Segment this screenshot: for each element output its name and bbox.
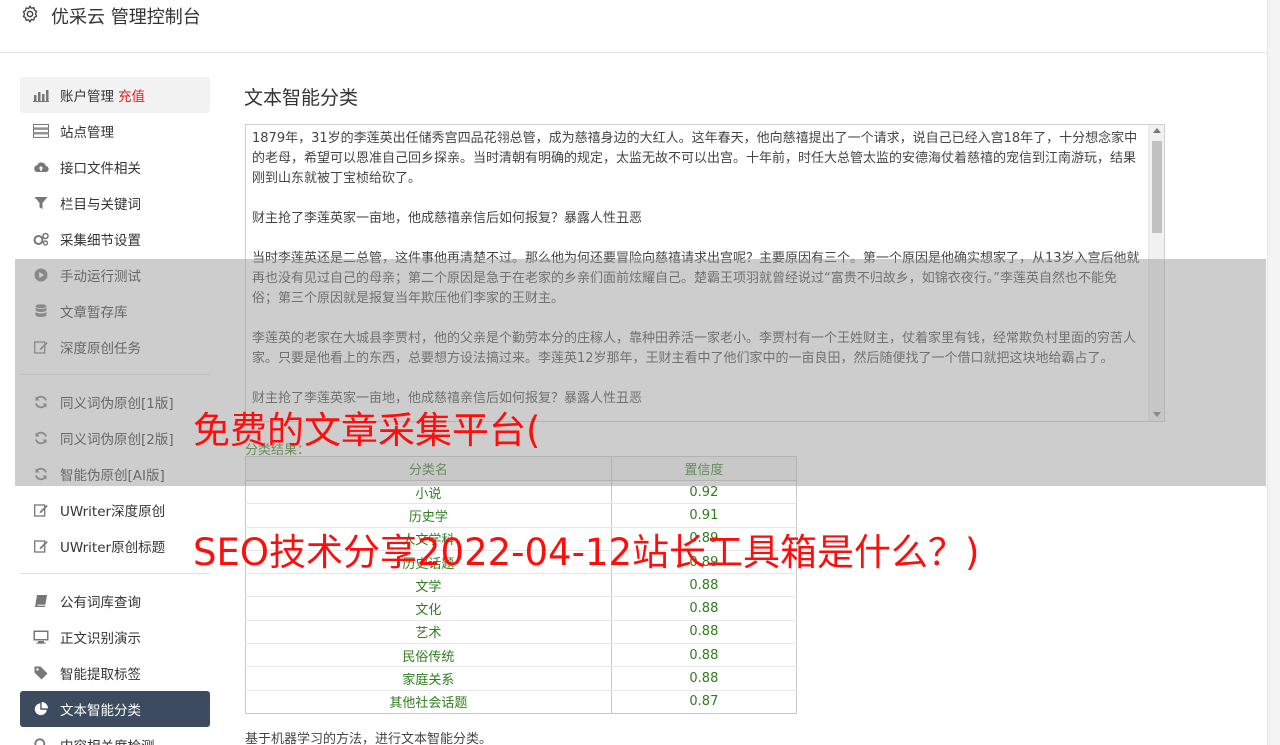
search-icon [32, 736, 50, 745]
recharge-link[interactable]: 充值 [118, 85, 145, 105]
category-cell: 文学 [245, 573, 612, 598]
sidebar-item-extract-tags[interactable]: 智能提取标签 [20, 655, 210, 691]
confidence-cell: 0.88 [610, 596, 798, 621]
page-title: 文本智能分类 [244, 87, 359, 109]
sidebar-item-label: 接口文件相关 [60, 161, 141, 177]
table-row: 其他社会话题 0.87 [245, 690, 798, 714]
sidebar-item-label: 正文识别演示 [60, 631, 141, 647]
main-content: 文本智能分类 1879年，31岁的李莲英出任储秀宫四品花翎总管，成为慈禧身边的大… [244, 83, 1166, 745]
overlay-headline-line1: 免费的文章采集平台( [193, 409, 541, 452]
monitor-icon [32, 628, 50, 646]
sidebar-item-columns-keywords[interactable]: 栏目与关键词 [20, 185, 210, 221]
category-cell: 文化 [245, 596, 612, 621]
scroll-up-arrow-icon[interactable] [1153, 128, 1161, 133]
sidebar-item-label: 内容相关度检测 [60, 735, 155, 745]
scrollbar-thumb[interactable] [1152, 141, 1162, 233]
gear-icon [22, 5, 38, 23]
sidebar-item-uwriter-deep[interactable]: UWriter深度原创 [20, 492, 210, 528]
sidebar-item-text-recognition[interactable]: 正文识别演示 [20, 619, 210, 655]
article-paragraph: 1879年，31岁的李莲英出任储秀宫四品花翎总管，成为慈禧身边的大红人。这年春天… [252, 131, 1138, 186]
method-note: 基于机器学习的方法，进行文本智能分类。 [245, 732, 493, 745]
sidebar-item-text-classification[interactable]: 文本智能分类 [20, 691, 210, 727]
sidebar-item-label: 公有词库查询 [60, 595, 141, 611]
sidebar-item-uwriter-title[interactable]: UWriter原创标题 [20, 528, 210, 564]
sidebar-item-relevance-check[interactable]: 内容相关度检测 [20, 727, 210, 745]
sidebar-item-label: 栏目与关键词 [60, 197, 141, 213]
sidebar-item-label: 采集细节设置 [60, 233, 141, 249]
server-icon [32, 122, 50, 140]
article-paragraph: 财主抢了李莲英家一亩地，他成慈禧亲信后如何报复？暴露人性丑恶 [252, 211, 643, 226]
sidebar-item-account[interactable]: 账户管理 充值 [20, 77, 210, 113]
top-bar: 优采云 管理控制台 [0, 0, 1268, 53]
sidebar-item-collect-settings[interactable]: 采集细节设置 [20, 221, 210, 257]
table-row: 艺术 0.88 [245, 620, 798, 645]
sidebar-item-sites[interactable]: 站点管理 [20, 113, 210, 149]
cloud-upload-icon [32, 158, 50, 176]
category-cell: 民俗传统 [245, 643, 612, 668]
table-row: 文化 0.88 [245, 596, 798, 621]
confidence-cell: 0.87 [610, 690, 798, 714]
sidebar-item-label: 文本智能分类 [60, 703, 141, 719]
pie-chart-icon [32, 700, 50, 718]
table-row: 家庭关系 0.88 [245, 666, 798, 691]
edit-icon [32, 537, 50, 555]
sidebar-item-label: 站点管理 [60, 125, 114, 141]
confidence-cell: 0.88 [610, 620, 798, 645]
category-cell: 其他社会话题 [245, 690, 612, 714]
category-cell: 艺术 [245, 620, 612, 645]
overlay-headline-line2: SEO技术分享2022-04-12站长工具箱是什么？) [193, 531, 980, 574]
sidebar-item-label: UWriter原创标题 [60, 540, 166, 556]
confidence-cell: 0.88 [610, 573, 798, 598]
app-title: 优采云 管理控制台 [51, 7, 201, 28]
confidence-cell: 0.88 [610, 666, 798, 691]
gears-icon [32, 230, 50, 248]
table-row: 民俗传统 0.88 [245, 643, 798, 668]
category-cell: 家庭关系 [245, 666, 612, 691]
sidebar-item-public-dictionary[interactable]: 公有词库查询 [20, 583, 210, 619]
filter-icon [32, 194, 50, 212]
edit-icon [32, 501, 50, 519]
book-icon [32, 592, 50, 610]
sidebar-item-interface-files[interactable]: 接口文件相关 [20, 149, 210, 185]
sidebar-divider [20, 573, 210, 574]
table-row: 文学 0.88 [245, 573, 798, 598]
tag-icon [32, 664, 50, 682]
bar-chart-icon [32, 86, 50, 104]
confidence-cell: 0.88 [610, 643, 798, 668]
sidebar-item-label: UWriter深度原创 [60, 504, 166, 520]
sidebar-item-label: 智能提取标签 [60, 667, 141, 683]
sidebar-item-label: 账户管理 [60, 89, 114, 105]
classification-table: 分类名 置信度 小说0.92 历史学0.91 人文学科0.89 历史话题0.89… [245, 456, 798, 714]
